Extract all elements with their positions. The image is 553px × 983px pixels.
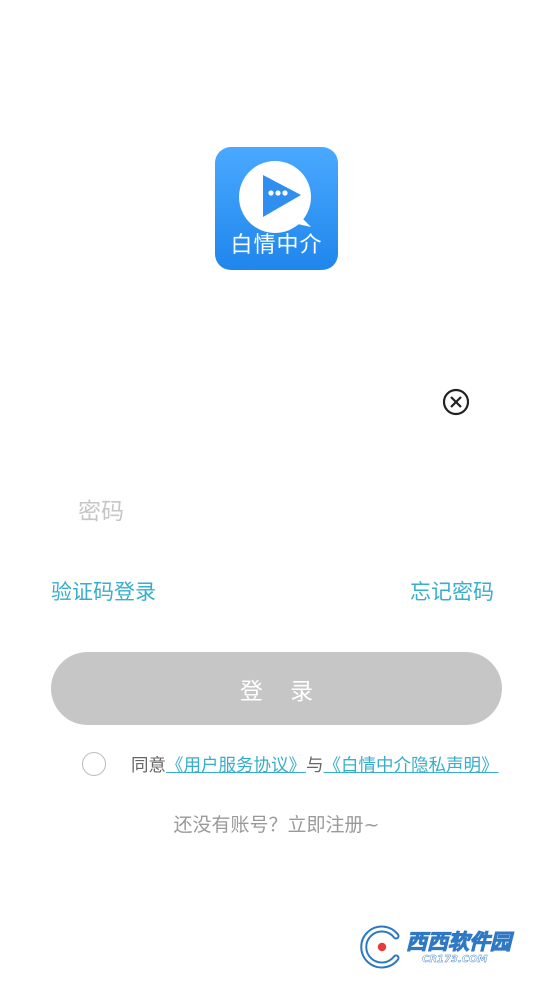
forgot-password-link[interactable]: 忘记密码 xyxy=(410,576,494,606)
password-input[interactable] xyxy=(78,492,438,532)
watermark-logo-icon xyxy=(360,925,400,969)
app-logo: 白情中介 xyxy=(215,147,338,270)
agreement-joiner: 与 xyxy=(306,756,324,776)
sms-login-link[interactable]: 验证码登录 xyxy=(51,576,156,606)
privacy-link[interactable]: 《白情中介隐私声明》 xyxy=(324,756,499,776)
watermark-url: CR173.COM xyxy=(422,954,488,965)
agreement-text: 同意《用户服务协议》与《白情中介隐私声明》 xyxy=(131,752,499,777)
agreement-checkbox[interactable] xyxy=(82,752,106,776)
watermark-brand: 西西软件园 xyxy=(406,930,512,955)
logo-text: 白情中介 xyxy=(230,233,323,258)
agreement-prefix: 同意 xyxy=(131,756,166,776)
close-circle-icon[interactable] xyxy=(441,387,471,417)
watermark: 西西软件园 CR173.COM xyxy=(356,922,546,974)
terms-link[interactable]: 《用户服务协议》 xyxy=(166,756,306,776)
login-button[interactable]: 登 录 xyxy=(51,652,502,725)
register-link[interactable]: 还没有账号？立即注册~ xyxy=(0,810,553,837)
